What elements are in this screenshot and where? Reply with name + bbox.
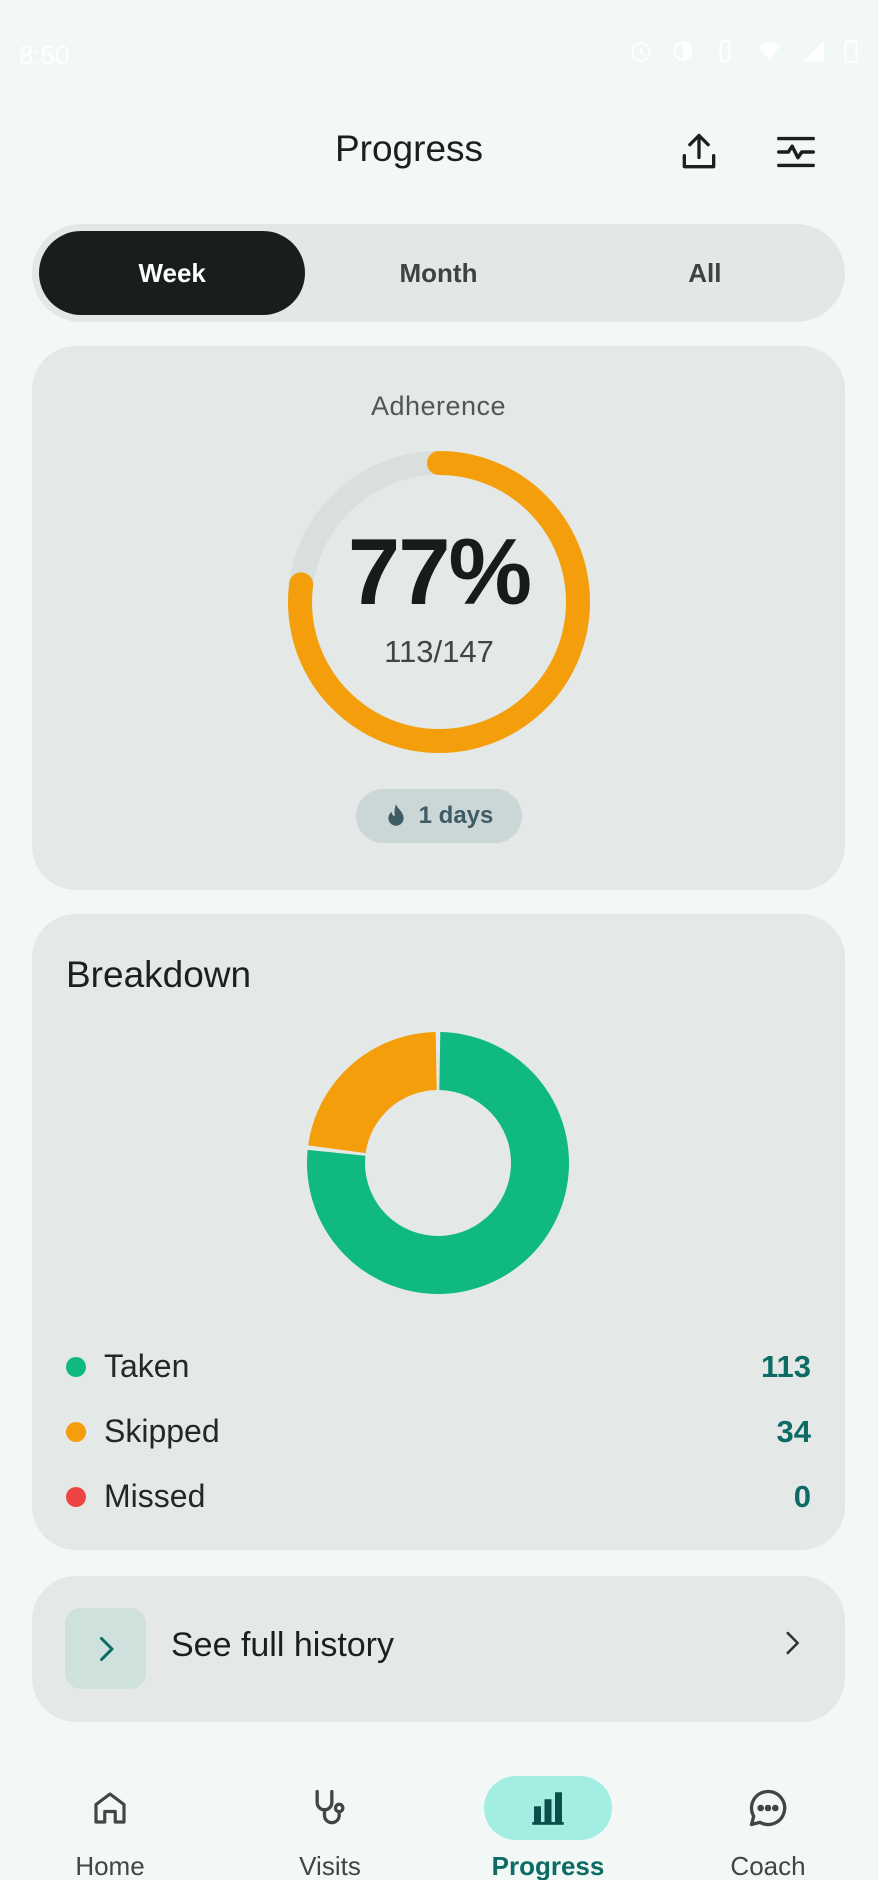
adherence-ratio: 113/147 [384,634,494,669]
chevron-right-icon [99,1636,113,1661]
bottom-navigation: Home Visits Progress Coach [0,1760,878,1880]
health-report-button[interactable] [770,126,822,178]
adherence-caption: Adherence [370,391,507,421]
bar-chart-icon [532,1792,564,1825]
legend-row-missed: Missed 0 [66,1464,811,1529]
taken-dot [66,1356,86,1377]
nav-progress[interactable]: Progress [448,1760,648,1880]
legend-label-missed: Missed [104,1478,206,1514]
stethoscope-icon [315,1789,345,1825]
history-label: See full history [171,1626,394,1664]
share-export-icon [682,133,716,169]
skipped-dot [66,1421,86,1442]
streak-text: 1 days [418,802,494,829]
home-icon [94,1792,126,1824]
legend-label-skipped: Skipped [104,1413,220,1449]
nav-progress-icon-wrap [484,1776,612,1840]
streak-badge: 1 days [356,789,522,843]
adherence-card: Adherence 77% 113/147 1 days [32,346,845,890]
nav-coach-icon-wrap [704,1776,832,1840]
adherence-percent: 77% [347,519,532,624]
legend-row-skipped: Skipped 34 [66,1399,811,1464]
signal-icon [803,41,824,62]
nav-visits-icon-wrap [266,1776,394,1840]
nav-home[interactable]: Home [10,1760,210,1880]
vibrate-icon [719,40,731,62]
legend-value-missed: 0 [793,1478,811,1514]
share-button[interactable] [673,126,725,178]
flame-icon [388,804,404,826]
nav-label-progress: Progress [491,1851,605,1880]
nav-label-visits: Visits [299,1851,361,1880]
tab-week[interactable]: Week [39,231,306,315]
battery-icon [844,39,858,63]
adherence-ring: 77% 113/147 [283,446,595,758]
chevron-right-icon [786,1631,799,1655]
health-report-icon [777,136,815,168]
breakdown-donut [305,1030,571,1296]
donut-slice-skipped [308,1032,437,1154]
progress-screen: 8:50 Progress Week Month All Adherence 7… [0,0,878,1880]
nav-label-coach: Coach [730,1851,806,1880]
legend-value-skipped: 34 [776,1413,811,1449]
chat-bubble-icon [749,1789,787,1827]
breakdown-title: Breakdown [66,954,252,995]
nav-home-icon-wrap [46,1776,174,1840]
see-full-history-button[interactable]: See full history [32,1576,845,1722]
alarm-icon [631,42,651,62]
top-app-bar: Progress [0,110,878,190]
nav-label-home: Home [75,1851,145,1880]
nav-coach[interactable]: Coach [668,1760,868,1880]
wifi-icon [758,42,780,60]
legend-label-taken: Taken [104,1348,190,1384]
tab-month[interactable]: Month [305,231,571,315]
breakdown-legend: Taken 113 Skipped 34 Missed 0 [66,1334,811,1529]
status-time: 8:50 [19,40,70,70]
tab-all[interactable]: All [572,231,838,315]
history-icon-box [65,1608,146,1689]
nav-visits[interactable]: Visits [230,1760,430,1880]
missed-dot [66,1486,86,1507]
breakdown-card: Breakdown Taken 113 Skipped 34 Missed 0 [32,914,845,1550]
status-icons [628,38,860,64]
range-segmented-control: Week Month All [32,224,845,322]
eye-comfort-icon [673,41,693,61]
legend-value-taken: 113 [760,1348,811,1384]
status-bar: 8:50 [0,0,878,100]
page-title: Progress [334,128,484,169]
legend-row-taken: Taken 113 [66,1334,811,1399]
